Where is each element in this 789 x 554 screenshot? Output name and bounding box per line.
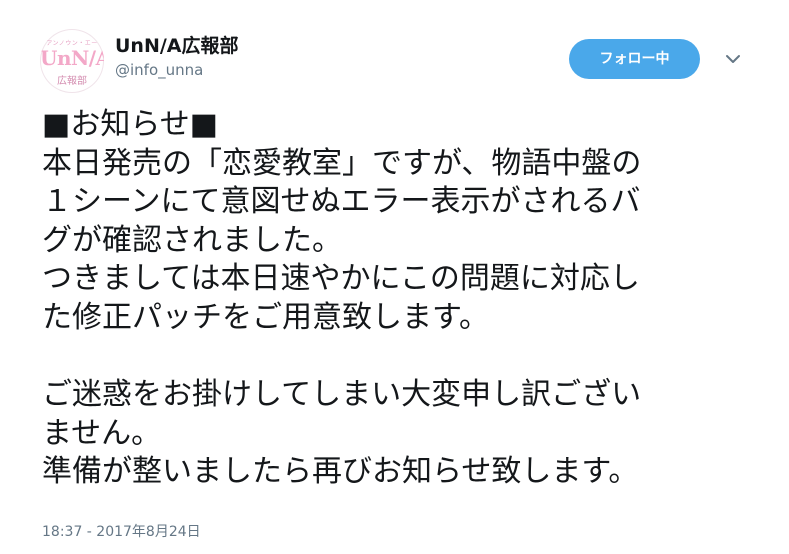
display-name[interactable]: UnN/A広報部 (115, 31, 239, 58)
tweet-card: アンノウン・エー UnN/A 広報部 UnN/A広報部 @info_unna フ… (0, 0, 789, 554)
tweet-timestamp[interactable]: 18:37 - 2017年8月24日 (42, 521, 201, 541)
tweet-line: グが確認されました。 (42, 222, 342, 258)
following-button[interactable]: フォロー中 (569, 39, 700, 79)
avatar-logo: UnN/A (40, 46, 104, 70)
more-options-button[interactable] (720, 46, 746, 72)
avatar[interactable]: アンノウン・エー UnN/A 広報部 (40, 29, 104, 93)
tweet-line: た修正パッチをご用意致します。 (42, 299, 489, 335)
tweet-line: ■お知らせ■ (42, 107, 219, 142)
tweet-line: ません。 (42, 415, 162, 451)
tweet-line: つきましては本日速やかにこの問題に対応し (42, 261, 640, 296)
tweet-line: 準備が整いましたら再びお知らせ致します。 (42, 454, 639, 489)
user-handle[interactable]: @info_unna (115, 61, 203, 79)
chevron-down-icon (726, 55, 740, 63)
tweet-line: ご迷惑をお掛けしてしまい大変申し訳ござい (42, 377, 642, 412)
avatar-dept-label: 広報部 (57, 76, 87, 87)
tweet-text: ■お知らせ■ 本日発売の「恋愛教室」ですが、物語中盤の １シーンにて意図せぬエラ… (42, 106, 742, 492)
tweet-line: １シーンにて意図せぬエラー表示がされるバ (42, 184, 641, 219)
tweet-line: 本日発売の「恋愛教室」ですが、物語中盤の (42, 145, 642, 181)
